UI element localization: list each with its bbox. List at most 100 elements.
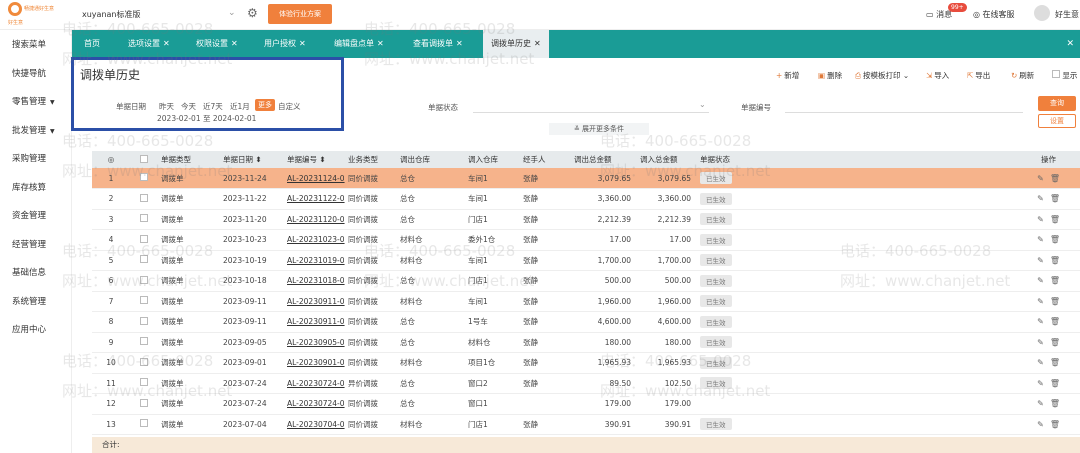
date-option-today[interactable]: 今天 [181,101,196,112]
sidebar-item-retail[interactable]: 零售管理 ▼ [12,95,55,107]
query-button[interactable]: 查询 [1038,96,1076,111]
export-button[interactable]: ⇱ 导出 [967,70,990,81]
checkbox[interactable] [140,337,148,346]
print-template-button[interactable]: ⎙ 按模板打印 ⌄ [855,70,909,81]
sidebar-item-inventory[interactable]: 库存核算 [12,181,46,193]
table-row[interactable]: 6 调拨单 2023-10-18 AL-20231018-0 同价调拨 总仓 门店1 张静 50… [92,270,1080,292]
doc-number-link[interactable]: AL-20231122-0 [287,194,345,203]
edit-icon[interactable]: ✎ [1037,235,1044,244]
account-selector[interactable]: xuyanan标准版 [82,9,140,20]
edit-icon[interactable]: ✎ [1037,420,1044,429]
checkbox[interactable] [140,234,148,243]
trash-icon[interactable]: 🗑 [1050,379,1060,388]
checkbox[interactable] [140,357,148,366]
table-row[interactable]: 7 调拨单 2023-09-11 AL-20230911-0 同价调拨 材料仓 车间1 张静 1… [92,291,1080,312]
close-icon[interactable]: ✕ [456,39,463,48]
trash-icon[interactable]: 🗑 [1050,297,1060,306]
doc-number-link[interactable]: AL-20231124-0 [287,174,345,183]
tab-home[interactable]: 首页 [84,30,100,58]
close-icon[interactable]: ✕ [299,39,306,48]
doc-number-link[interactable]: AL-20230704-0 [287,420,345,429]
table-row[interactable]: 9 调拨单 2023-09-05 AL-20230905-0 同价调拨 总仓 材料仓 张静 18… [92,332,1080,353]
checkbox[interactable] [140,173,148,181]
edit-icon[interactable]: ✎ [1037,276,1044,285]
edit-icon[interactable]: ✎ [1037,194,1044,203]
date-range[interactable]: 2023-02-01 至 2024-02-01 [157,113,256,124]
checkbox[interactable] [140,214,148,223]
trash-icon[interactable]: 🗑 [1050,235,1060,244]
expand-filters-button[interactable]: ≚ 展开更多条件 [549,123,649,135]
checkbox[interactable] [140,316,148,325]
tab-edit-stocktake[interactable]: 编辑盘点单 ✕ [334,30,384,58]
date-option-yesterday[interactable]: 昨天 [159,101,174,112]
sidebar-item-quicknav[interactable]: 快捷导航 [12,67,46,79]
trash-icon[interactable]: 🗑 [1050,358,1060,367]
edit-icon[interactable]: ✎ [1037,174,1044,183]
edit-icon[interactable]: ✎ [1037,317,1044,326]
table-row[interactable]: 4 调拨单 2023-10-23 AL-20231023-0 同价调拨 材料仓 委外1仓 张静… [92,229,1080,251]
column-header[interactable]: 单据日期 ⬍ [220,151,284,168]
trash-icon[interactable]: 🗑 [1050,174,1060,183]
edit-icon[interactable]: ✎ [1037,297,1044,306]
gear-icon[interactable]: ⚙ [247,6,258,20]
doc-number-link[interactable]: AL-20230901-0 [287,358,345,367]
sidebar-item-wholesale[interactable]: 批发管理 ▼ [12,124,55,136]
doc-number-link[interactable]: AL-20230905-0 [287,338,345,347]
sidebar-item-system[interactable]: 系统管理 [12,295,46,307]
sidebar-item-apps[interactable]: 应用中心 [12,323,46,335]
table-row[interactable]: 13 调拨单 2023-07-04 AL-20230704-0 同价调拨 材料仓 门店1 张静… [92,414,1080,435]
sidebar-item-business[interactable]: 经营管理 [12,238,46,250]
checkbox[interactable] [140,193,148,202]
import-button[interactable]: ⇲ 导入 [926,70,949,81]
tab-permissions[interactable]: 权限设置 ✕ [196,30,238,58]
column-header[interactable]: 单据编号 ⬍ [284,151,345,168]
trash-icon[interactable]: 🗑 [1050,215,1060,224]
date-option-more[interactable]: 更多 [255,99,275,111]
checkbox[interactable] [140,296,148,305]
delete-button[interactable]: ▣ 删除 [818,70,842,81]
checkbox[interactable] [140,154,148,163]
checkbox[interactable] [140,419,148,428]
messages-button[interactable]: ▭ 消息 [926,9,952,20]
tab-options[interactable]: 选项设置 ✕ [128,30,170,58]
select-all-header[interactable] [130,151,158,168]
tab-view-transfer[interactable]: 查看调拨单 ✕ [413,30,463,58]
trash-icon[interactable]: 🗑 [1050,256,1060,265]
edit-icon[interactable]: ✎ [1037,379,1044,388]
trial-industry-button[interactable]: 体验行业方案 [268,4,332,24]
trash-icon[interactable]: 🗑 [1050,317,1060,326]
tab-user-auth[interactable]: 用户授权 ✕ [264,30,306,58]
checkbox[interactable] [140,255,148,264]
table-row[interactable]: 1 调拨单 2023-11-24 AL-20231124-0 同价调拨 总仓 车间1 张静 3,… [92,168,1080,189]
status-select[interactable] [473,97,709,113]
tab-transfer-history[interactable]: 调拨单历史 ✕ [483,30,549,58]
edit-icon[interactable]: ✎ [1037,338,1044,347]
close-icon[interactable]: ✕ [163,39,170,48]
date-option-7days[interactable]: 近7天 [203,101,223,112]
trash-icon[interactable]: 🗑 [1050,276,1060,285]
doc-number-link[interactable]: AL-20230911-0 [287,297,345,306]
trash-icon[interactable]: 🗑 [1050,399,1060,408]
edit-icon[interactable]: ✎ [1037,399,1044,408]
doc-number-link[interactable]: AL-20231019-0 [287,256,345,265]
sidebar-item-basic-info[interactable]: 基础信息 [12,266,46,278]
table-row[interactable]: 10 调拨单 2023-09-01 AL-20230901-0 同价调拨 材料仓 项目1仓张… [92,352,1080,374]
settings-button[interactable]: 设置 [1038,114,1076,128]
sidebar-item-funds[interactable]: 资金管理 [12,209,46,221]
doc-number-link[interactable]: AL-20230724-0 [287,379,345,388]
show-toggle[interactable]: 显示 [1052,70,1077,81]
edit-icon[interactable]: ✎ [1037,358,1044,367]
trash-icon[interactable]: 🗑 [1050,420,1060,429]
trash-icon[interactable]: 🗑 [1050,194,1060,203]
doc-number-link[interactable]: AL-20230911-0 [287,317,345,326]
table-row[interactable]: 2 调拨单 2023-11-22 AL-20231122-0 同价调拨 总仓 车间1 张静 3,… [92,188,1080,210]
date-option-custom[interactable]: 自定义 [278,101,301,112]
trash-icon[interactable]: 🗑 [1050,338,1060,347]
table-row[interactable]: 5 调拨单 2023-10-19 AL-20231019-0 同价调拨 材料仓 车间1 张静 1… [92,250,1080,271]
user-name[interactable]: 好生意 [1055,9,1079,20]
new-button[interactable]: + 新增 [776,70,799,81]
date-option-1month[interactable]: 近1月 [230,101,250,112]
doc-number-link[interactable]: AL-20230724-0 [287,399,345,408]
docno-input[interactable] [785,97,1023,113]
table-row[interactable]: 8 调拨单 2023-09-11 AL-20230911-0 同价调拨 总仓 1号车 张静 4,… [92,311,1080,333]
